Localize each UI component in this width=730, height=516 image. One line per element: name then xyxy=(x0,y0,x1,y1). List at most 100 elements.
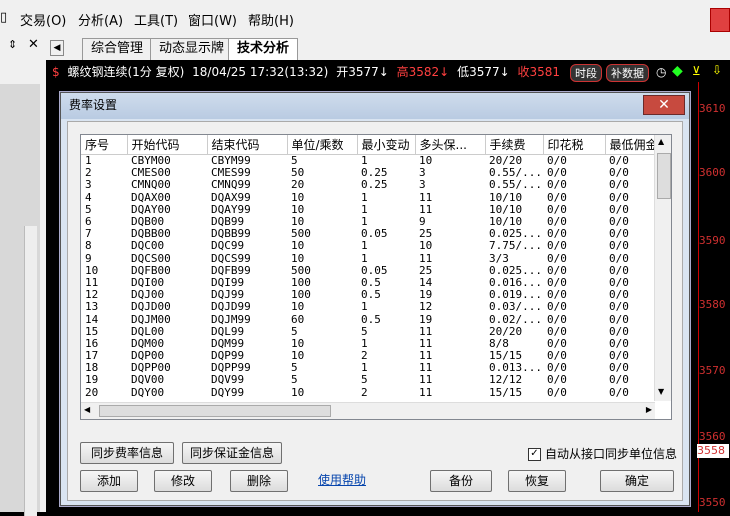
left-panel-scrollbar[interactable] xyxy=(24,226,37,516)
tab-general[interactable]: 综合管理 xyxy=(82,38,153,60)
menu-item-clipped[interactable]: ▯ xyxy=(0,10,7,25)
table-row[interactable]: 4 DQAX00 DQAX99 10 1 11 10/10 0/0 0/0 xyxy=(81,192,659,204)
sync-fee-button[interactable]: 同步费率信息 xyxy=(80,442,174,464)
add-button[interactable]: 添加 xyxy=(80,470,138,492)
window-close-icon[interactable] xyxy=(710,8,730,32)
table-cell: 9 xyxy=(85,252,92,265)
table-cell: 50 xyxy=(291,167,305,180)
table-row[interactable]: 10 DQFB00 DQFB99 500 0.05 25 0.025... 0/0 0/0 xyxy=(81,265,659,277)
menu-analysis[interactable]: 分析(A) xyxy=(78,10,123,29)
scroll-left-icon[interactable]: ◀ xyxy=(84,405,90,414)
clock-icon[interactable]: ◷ xyxy=(656,65,666,79)
table-row[interactable]: 1 CBYM00 CBYM99 5 1 10 20/20 0/0 0/0 xyxy=(81,155,659,168)
table-cell: 17 xyxy=(85,350,99,363)
table-row[interactable]: 14 DQJM00 DQJM99 60 0.5 19 0.02/... 0/0 0/0 xyxy=(81,313,659,325)
column-header[interactable]: 手续费 xyxy=(485,135,544,155)
left-panel: ⇕ ✕ xyxy=(0,36,47,516)
table-cell: 0/0 xyxy=(547,228,567,241)
table-cell: 0/0 xyxy=(547,264,567,277)
scroll-down-icon[interactable]: ▼ xyxy=(658,387,664,396)
column-header[interactable]: 结束代码 xyxy=(207,135,288,155)
axis-tick: 3550 xyxy=(699,496,726,509)
menu-tools[interactable]: 工具(T) xyxy=(134,10,178,29)
scroll-up-icon[interactable]: ▲ xyxy=(658,137,664,146)
table-cell: 25 xyxy=(419,264,433,277)
column-header[interactable]: 多头保... xyxy=(415,135,486,155)
table-row[interactable]: 2 CMES00 CMES99 50 0.25 3 0.55/... 0/0 0/0 xyxy=(81,167,659,179)
restore-button[interactable]: 恢复 xyxy=(508,470,566,492)
scrollbar-thumb[interactable] xyxy=(657,153,671,199)
table-cell: 2 xyxy=(361,350,368,363)
table-cell: 0/0 xyxy=(609,276,629,289)
ok-button[interactable]: 确定 xyxy=(600,470,674,492)
table-cell: 5 xyxy=(361,374,368,387)
table-cell: 0.013... xyxy=(489,362,542,375)
help-link[interactable]: 使用帮助 xyxy=(318,471,366,488)
table-cell: 7.75/... xyxy=(489,240,542,253)
table-cell: 0/0 xyxy=(547,215,567,229)
table-row[interactable]: 11 DQI00 DQI99 100 0.5 14 0.016... 0/0 0/0 xyxy=(81,277,659,289)
column-header[interactable]: 最小变动 xyxy=(357,135,416,155)
table-row[interactable]: 18 DQPP00 DQPP99 5 1 11 0.013... 0/0 0/0 xyxy=(81,362,659,374)
table-row[interactable]: 3 CMNQ00 CMNQ99 20 0.25 3 0.55/... 0/0 0/0 xyxy=(81,179,659,191)
time-segment-button[interactable]: 时段 xyxy=(570,64,602,82)
auto-sync-checkbox[interactable]: ✓ 自动从接口同步单位信息 xyxy=(528,445,677,462)
table-cell: CBYM00 xyxy=(131,154,171,168)
table-row[interactable]: 12 DQJ00 DQJ99 100 0.5 19 0.019... 0/0 0/0 xyxy=(81,289,659,301)
table-cell: 0/0 xyxy=(609,252,629,265)
delete-button[interactable]: 删除 xyxy=(230,470,288,492)
table-vertical-scrollbar[interactable]: ▲ ▼ xyxy=(654,135,671,401)
menu-help[interactable]: 帮助(H) xyxy=(248,10,294,29)
tab-scroll-left-icon[interactable]: ◀ xyxy=(50,40,64,56)
sync-margin-button[interactable]: 同步保证金信息 xyxy=(182,442,282,464)
table-cell: 0/0 xyxy=(609,264,629,277)
tab-dynamic-board[interactable]: 动态显示牌 xyxy=(150,38,234,60)
scroll-right-icon[interactable]: ▶ xyxy=(646,405,652,414)
table-cell: 0/0 xyxy=(609,374,629,387)
checkbox-check-icon[interactable]: ✓ xyxy=(528,448,541,461)
fill-data-button[interactable]: 补数据 xyxy=(606,64,649,82)
table-cell: DQFB99 xyxy=(211,264,251,277)
table-row[interactable]: 15 DQL00 DQL99 5 5 11 20/20 0/0 0/0 xyxy=(81,326,659,338)
table-cell: 500 xyxy=(291,228,311,241)
table-cell: 11 xyxy=(419,350,433,363)
table-row[interactable]: 6 DQB00 DQB99 10 1 9 10/10 0/0 0/0 xyxy=(81,216,659,228)
table-cell: 14 xyxy=(419,276,433,289)
menu-window[interactable]: 窗口(W) xyxy=(188,10,237,29)
table-cell: 500 xyxy=(291,264,311,277)
tab-technical-analysis[interactable]: 技术分析 xyxy=(228,38,299,60)
table-row[interactable]: 9 DQCS00 DQCS99 10 1 11 3/3 0/0 0/0 xyxy=(81,253,659,265)
backup-button[interactable]: 备份 xyxy=(430,470,492,492)
table-cell: 0/0 xyxy=(609,386,629,399)
marker-icon[interactable]: ⊻ xyxy=(692,64,701,78)
column-header[interactable]: 单位/乘数 xyxy=(287,135,358,155)
scrollbar-thumb[interactable] xyxy=(99,405,331,417)
table-row[interactable]: 16 DQM00 DQM99 10 1 11 8/8 0/0 0/0 xyxy=(81,338,659,350)
column-header[interactable]: 最低佣金 xyxy=(605,135,660,155)
column-header[interactable]: 开始代码 xyxy=(127,135,208,155)
pin-icon[interactable]: ⇕ xyxy=(8,38,17,51)
dialog-close-button[interactable]: ✕ xyxy=(643,95,685,115)
column-header[interactable]: 序号 xyxy=(81,135,128,155)
table-row[interactable]: 7 DQBB00 DQBB99 500 0.05 25 0.025... 0/0 0/0 xyxy=(81,228,659,240)
table-cell: CBYM99 xyxy=(211,154,251,168)
table-row[interactable]: 8 DQC00 DQC99 10 1 10 7.75/... 0/0 0/0 xyxy=(81,240,659,252)
table-cell: 20 xyxy=(291,179,305,192)
table-row[interactable]: 17 DQP00 DQP99 10 2 11 15/15 0/0 0/0 xyxy=(81,350,659,362)
fee-table[interactable]: 序号 开始代码 结束代码 单位/乘数 最小变动 多头保... 手续费 印花税 最低佣金 1 CBY… xyxy=(80,134,672,420)
table-row[interactable]: 5 DQAY00 DQAY99 10 1 11 10/10 0/0 0/0 xyxy=(81,204,659,216)
menu-trade[interactable]: 交易(O) xyxy=(20,10,66,29)
axis-tick: 3570 xyxy=(699,364,726,377)
table-cell: 10 xyxy=(419,154,433,168)
column-header[interactable]: 印花税 xyxy=(543,135,606,155)
table-row[interactable]: 13 DQJD00 DQJD99 10 1 12 0.03/... 0/0 0/0 xyxy=(81,301,659,313)
arrow-down-icon[interactable]: ⇩ xyxy=(712,63,722,77)
table-row[interactable]: 19 DQV00 DQV99 5 5 11 12/12 0/0 0/0 xyxy=(81,374,659,386)
table-cell: 11 xyxy=(419,374,433,387)
close-icon[interactable]: ✕ xyxy=(28,37,39,52)
table-row[interactable]: 20 DQY00 DQY99 10 2 11 15/15 0/0 0/0 xyxy=(81,387,659,399)
edit-button[interactable]: 修改 xyxy=(154,470,212,492)
green-diamond-icon[interactable]: ◆ xyxy=(672,63,683,79)
table-cell: 10 xyxy=(419,240,433,253)
table-horizontal-scrollbar[interactable]: ◀ ▶ xyxy=(81,402,655,419)
